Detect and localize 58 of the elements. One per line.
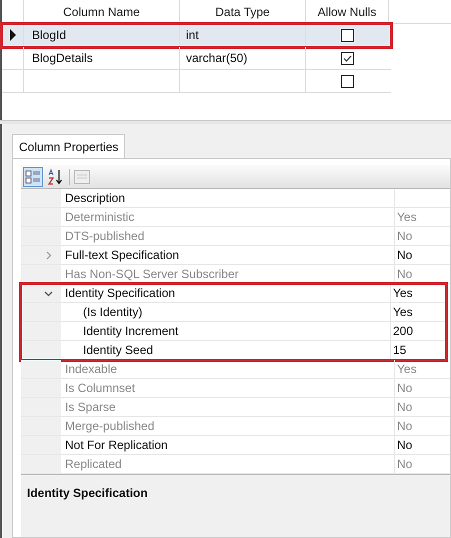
tab[interactable]: Column Properties [12,134,126,158]
table-cell-text: BlogId [32,27,66,44]
property-value: No [397,247,412,264]
property-row[interactable]: Identity Specification Yes [21,284,446,303]
chevron-down-icon[interactable] [44,288,52,298]
property-name: Replicated [65,456,122,473]
property-name: Not For Replication [65,437,168,454]
row-gutter [21,360,61,378]
property-name: Is Columnset [65,380,136,397]
property-row[interactable]: Not For Replication No [21,436,450,455]
property-row[interactable]: (Is Identity) Yes [21,303,446,322]
property-value: 15 [393,342,406,359]
property-row[interactable]: Full-text Specification No [21,246,450,265]
row-pointer-icon [8,29,16,41]
description-title: Identity Specification [27,486,148,500]
property-value: No [397,228,412,245]
property-name: Identity Specification [65,285,176,302]
row-gutter [21,303,61,321]
table-cell-text: varchar(50) [186,50,248,67]
property-value: Yes [397,361,417,378]
sort-alphabetical-icon[interactable] [47,168,65,186]
property-name: Description [65,190,126,207]
checkbox[interactable] [341,74,354,88]
property-value: Yes [393,304,413,321]
categorized-icon[interactable] [23,166,43,186]
table-cell-text: int [186,27,199,44]
row-gutter [21,455,61,473]
table-cell-text: BlogDetails [32,50,93,67]
property-value: Yes [397,209,417,226]
checkbox[interactable] [341,52,354,64]
property-name: DTS-published [65,228,144,245]
property-value: No [397,456,412,473]
property-name: Merge-published [65,418,154,435]
property-value: No [397,437,412,454]
row-gutter [21,341,61,359]
property-name: Full-text Specification [65,247,180,264]
property-value: No [397,266,412,283]
property-name: Is Sparse [65,399,116,416]
property-row[interactable]: Identity Increment 200 [21,322,446,341]
checkbox[interactable] [341,28,354,42]
property-value: No [397,380,412,397]
property-value: 200 [393,323,414,340]
property-value: No [397,418,412,435]
grid-row[interactable]: BlogDetails varchar(50) [2,47,391,70]
row-gutter [21,265,61,283]
property-row[interactable]: Description [21,189,450,208]
property-value: Yes [393,285,413,302]
property-name: Identity Seed [83,342,154,359]
property-row[interactable]: Identity Seed 15 [21,341,446,360]
row-gutter [21,189,61,207]
row-gutter [21,322,61,340]
grid-row[interactable]: BlogId int [2,24,391,47]
property-name: (Is Identity) [83,304,142,321]
property-name: Indexable [65,361,118,378]
property-value: No [397,399,412,416]
property-name: Identity Increment [83,323,178,340]
property-name: Has Non-SQL Server Subscriber [65,266,239,283]
property-name: Deterministic [65,209,134,226]
